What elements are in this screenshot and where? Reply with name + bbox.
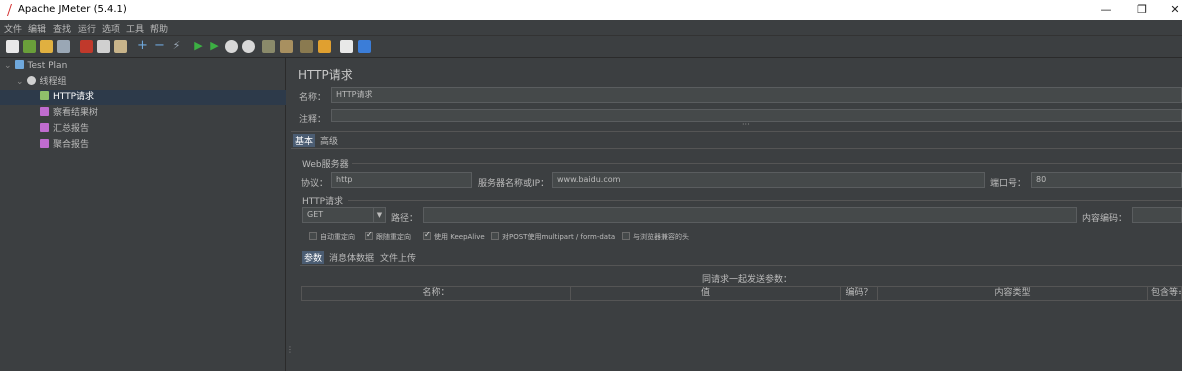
tab-parameters[interactable]: 参数 — [302, 251, 325, 264]
tab-body-data[interactable]: 消息体数据 — [329, 251, 374, 264]
panel-title: HTTP请求 — [298, 68, 353, 82]
window-title: Apache JMeter (5.4.1) — [18, 4, 127, 15]
auto-redirect-checkbox[interactable] — [309, 232, 317, 240]
menu-bar: 文件 编辑 查找 运行 选项 工具 帮助 — [0, 20, 1182, 36]
search-icon[interactable] — [300, 40, 313, 53]
tree-item-results-tree[interactable]: 察看结果树 — [40, 106, 98, 121]
copy-icon[interactable] — [97, 40, 110, 53]
group-line — [352, 163, 1182, 164]
comment-label: 注释： — [299, 115, 327, 125]
menu-options[interactable]: 选项 — [102, 22, 120, 35]
encoding-input[interactable] — [1132, 207, 1182, 223]
menu-run[interactable]: 运行 — [78, 22, 96, 35]
path-label: 路径： — [391, 214, 419, 224]
keepalive-checkbox[interactable] — [423, 230, 431, 240]
jmeter-logo-icon — [7, 4, 12, 16]
tab-file-upload[interactable]: 文件上传 — [380, 251, 416, 264]
protocol-label: 协议： — [301, 179, 329, 189]
port-input[interactable]: 80 — [1031, 172, 1182, 188]
help-icon[interactable] — [358, 40, 371, 53]
chevron-down-icon[interactable]: ⌄ — [4, 61, 12, 71]
subtab-divider — [300, 265, 1182, 266]
function-helper-icon[interactable] — [340, 40, 353, 53]
minimize-button[interactable]: — — [1091, 2, 1121, 18]
port-label: 端口号： — [990, 179, 1027, 189]
chart-icon — [40, 139, 49, 148]
toggle-icon[interactable]: ⚡ — [170, 40, 183, 53]
column-header-encode[interactable]: 编码？ — [841, 286, 878, 301]
follow-redirect-checkbox[interactable] — [365, 230, 373, 240]
save-icon[interactable] — [57, 40, 70, 53]
column-header-name[interactable]: 名称： — [301, 286, 571, 301]
tab-advanced[interactable]: 高级 — [320, 134, 338, 147]
path-input[interactable] — [423, 207, 1077, 223]
clear-all-icon[interactable] — [280, 40, 293, 53]
column-header-value[interactable]: 值 — [571, 286, 841, 301]
comment-input[interactable] — [331, 109, 1182, 122]
start-no-pause-icon[interactable]: ▶ — [208, 40, 221, 53]
tree-item-aggregate-report[interactable]: 聚合报告 — [40, 138, 89, 153]
chevron-down-icon[interactable]: ▼ — [373, 208, 385, 222]
reset-search-icon[interactable] — [318, 40, 331, 53]
close-button[interactable]: ✕ — [1160, 2, 1182, 18]
tree-item-thread-group[interactable]: ⌄ 线程组 — [16, 75, 67, 90]
column-header-include-equals[interactable]: 包含等= — [1148, 286, 1182, 301]
chart-icon — [40, 107, 49, 116]
title-bar: Apache JMeter (5.4.1) — ❐ ✕ — [0, 0, 1182, 20]
browser-headers-label: 与浏览器兼容的头 — [633, 233, 689, 241]
menu-help[interactable]: 帮助 — [150, 22, 168, 35]
method-value: GET — [307, 210, 324, 219]
http-request-group-label: HTTP请求 — [302, 197, 344, 207]
stop-icon[interactable] — [225, 40, 238, 53]
menu-file[interactable]: 文件 — [4, 22, 22, 35]
menu-tools[interactable]: 工具 — [126, 22, 144, 35]
web-server-label: Web服务器 — [302, 160, 349, 170]
keepalive-label: 使用 KeepAlive — [434, 233, 485, 241]
server-input[interactable]: www.baidu.com — [552, 172, 985, 188]
method-select[interactable]: GET ▼ — [302, 207, 386, 223]
start-icon[interactable]: ▶ — [192, 40, 205, 53]
name-label: 名称： — [299, 93, 327, 103]
multipart-checkbox[interactable] — [491, 232, 499, 240]
auto-redirect-label: 自动重定向 — [320, 233, 355, 241]
tab-divider — [291, 148, 1182, 149]
gear-icon — [26, 76, 36, 85]
menu-search[interactable]: 查找 — [53, 22, 71, 35]
pen-icon — [40, 91, 49, 100]
encoding-label: 内容编码： — [1082, 214, 1128, 224]
group-line — [348, 200, 1182, 201]
protocol-input[interactable]: http — [331, 172, 472, 188]
multipart-label: 对POST使用multipart / form-data — [502, 233, 616, 241]
menu-edit[interactable]: 编辑 — [28, 22, 46, 35]
follow-redirect-label: 跟随重定向 — [376, 233, 411, 241]
maximize-button[interactable]: ❐ — [1127, 2, 1157, 18]
tree-item-test-plan[interactable]: ⌄ Test Plan — [4, 59, 67, 74]
collapse-icon[interactable]: − — [153, 39, 166, 53]
open-icon[interactable] — [40, 40, 53, 53]
column-header-content-type[interactable]: 内容类型 — [878, 286, 1148, 301]
divider — [291, 131, 1182, 132]
shutdown-icon[interactable] — [242, 40, 255, 53]
expand-icon[interactable]: + — [136, 39, 149, 53]
toolbar: + − ⚡ ▶ ▶ — [0, 36, 1182, 58]
tab-basic[interactable]: 基本 — [293, 134, 316, 147]
splitter-handle-icon[interactable]: ··· — [742, 120, 750, 129]
clear-icon[interactable] — [262, 40, 275, 53]
tree-item-summary-report[interactable]: 汇总报告 — [40, 122, 89, 137]
flask-icon — [14, 60, 24, 69]
name-input[interactable]: HTTP请求 — [331, 87, 1182, 103]
chevron-down-icon[interactable]: ⌄ — [16, 77, 24, 87]
paste-icon[interactable] — [114, 40, 127, 53]
new-icon[interactable] — [6, 40, 19, 53]
templates-icon[interactable] — [23, 40, 36, 53]
tree-item-http-request[interactable]: HTTP请求 — [40, 90, 94, 105]
params-caption: 同请求一起发送参数： — [702, 275, 793, 285]
chart-icon — [40, 123, 49, 132]
browser-headers-checkbox[interactable] — [622, 232, 630, 240]
server-label: 服务器名称或IP： — [478, 179, 550, 189]
cut-icon[interactable] — [80, 40, 93, 53]
